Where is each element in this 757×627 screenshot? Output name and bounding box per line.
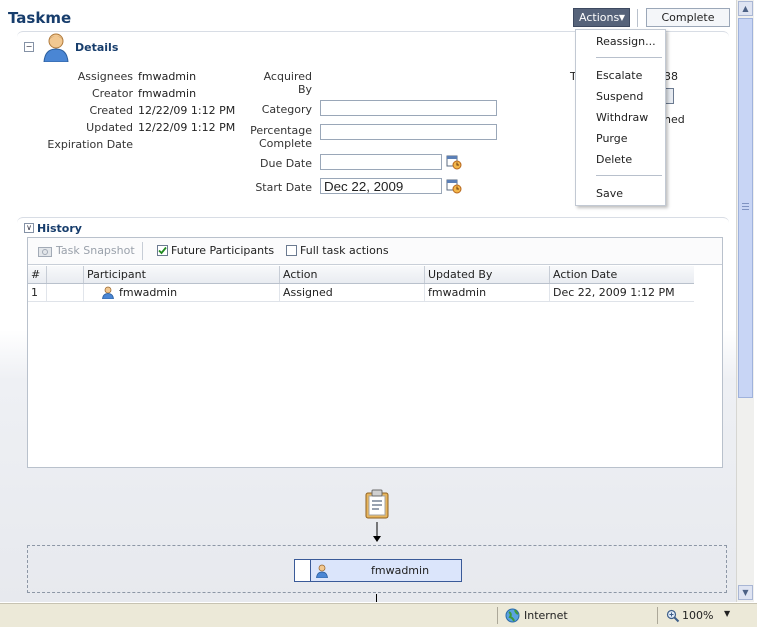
menu-item-delete[interactable]: Delete	[596, 153, 632, 166]
status-divider	[497, 607, 498, 624]
percentage-complete-label-line2: Complete	[258, 137, 312, 150]
table-row[interactable]: 1 fmwadmin Assigned fmwadmin Dec 22, 200…	[28, 284, 694, 302]
creator-value: fmwadmin	[138, 87, 197, 100]
menu-item-reassign[interactable]: Reassign...	[596, 35, 656, 48]
calendar-icon[interactable]	[446, 154, 462, 170]
menu-item-escalate[interactable]: Escalate	[596, 69, 642, 82]
assignees-label: Assignees	[77, 70, 133, 83]
full-task-actions-checkbox[interactable]	[286, 245, 297, 256]
toolbar-divider	[142, 242, 143, 260]
column-header-updated-by[interactable]: Updated By	[424, 266, 549, 283]
calendar-icon[interactable]	[446, 178, 462, 194]
future-participants-checkbox[interactable]	[157, 245, 168, 256]
complete-button[interactable]: Complete	[646, 8, 730, 27]
zoom-icon[interactable]	[666, 609, 680, 623]
flow-participant-node[interactable]: fmwadmin	[294, 559, 462, 582]
user-icon	[43, 33, 69, 62]
flow-arrow	[373, 522, 381, 542]
acquired-by-label-line2: By	[297, 83, 312, 96]
toolbar-divider	[637, 9, 638, 27]
history-toolbar: Task Snapshot Future Participants Full t…	[28, 238, 722, 265]
category-input[interactable]	[320, 100, 497, 116]
flow-connector	[376, 594, 377, 602]
start-date-label: Start Date	[255, 181, 312, 194]
column-header-participant[interactable]: Participant	[83, 266, 279, 283]
security-zone-label: Internet	[524, 609, 568, 622]
node-left-cell	[295, 560, 311, 581]
partial-number: 38	[664, 70, 678, 83]
flow-node-label: fmwadmin	[371, 564, 430, 577]
column-header-action-date[interactable]: Action Date	[549, 266, 694, 283]
created-value: 12/22/09 1:12 PM	[138, 104, 236, 117]
column-header-action[interactable]: Action	[279, 266, 424, 283]
history-panel: Task Snapshot Future Participants Full t…	[27, 237, 723, 468]
status-divider	[657, 607, 658, 624]
future-participants-label: Future Participants	[171, 244, 275, 257]
browser-status-bar: Internet 100% ▼	[0, 603, 757, 627]
menu-item-purge[interactable]: Purge	[596, 132, 628, 145]
scroll-up-button[interactable]: ▲	[738, 1, 753, 16]
clipboard-icon	[365, 489, 389, 519]
row-participant: fmwadmin	[83, 284, 279, 301]
participant-name: fmwadmin	[119, 286, 178, 299]
updated-label: Updated	[86, 121, 133, 134]
user-icon	[102, 286, 114, 299]
row-blank	[46, 284, 83, 301]
history-collapse-toggle[interactable]: ∨	[24, 223, 34, 233]
details-title: Details	[75, 41, 119, 54]
row-updated-by: fmwadmin	[424, 284, 549, 301]
history-title: History	[37, 222, 82, 235]
camera-icon	[38, 247, 52, 257]
updated-value: 12/22/09 1:12 PM	[138, 121, 236, 134]
percentage-complete-label-line1: Percentage	[250, 124, 312, 137]
scroll-down-button[interactable]: ▼	[738, 585, 753, 600]
expiration-date-label: Expiration Date	[47, 138, 133, 151]
menu-separator	[596, 175, 662, 176]
row-action: Assigned	[279, 284, 424, 301]
vertical-scrollbar[interactable]: ▲ ▼	[736, 0, 754, 602]
percentage-complete-input[interactable]	[320, 124, 497, 140]
category-label: Category	[261, 103, 312, 116]
row-number: 1	[31, 286, 38, 299]
column-header-num[interactable]: #	[28, 266, 46, 283]
zoom-level[interactable]: 100%	[682, 609, 713, 622]
due-date-label: Due Date	[260, 157, 312, 170]
checkmark-icon	[158, 246, 167, 255]
history-grid-header: # Participant Action Updated By Action D…	[28, 266, 694, 284]
acquired-by-label-line1: Acquired	[263, 70, 312, 83]
start-date-input[interactable]	[320, 178, 442, 194]
column-header-blank	[46, 266, 83, 283]
task-snapshot-button[interactable]: Task Snapshot	[56, 244, 135, 257]
user-icon	[316, 564, 328, 578]
creator-label: Creator	[91, 87, 133, 100]
assignees-value: fmwadmin	[138, 70, 197, 83]
menu-item-withdraw[interactable]: Withdraw	[596, 111, 648, 124]
actions-button[interactable]: Actions ▼	[573, 8, 630, 27]
chevron-down-icon: ▼	[618, 13, 625, 22]
menu-separator	[596, 57, 662, 58]
details-collapse-toggle[interactable]: −	[24, 42, 34, 52]
history-header-bar	[17, 217, 729, 234]
scroll-thumb[interactable]	[738, 18, 753, 398]
actions-menu: Reassign... Escalate Suspend Withdraw Pu…	[575, 29, 666, 206]
full-task-actions-label: Full task actions	[300, 244, 389, 257]
created-label: Created	[89, 104, 133, 117]
menu-item-save[interactable]: Save	[596, 187, 623, 200]
globe-icon	[505, 608, 520, 623]
menu-item-suspend[interactable]: Suspend	[596, 90, 643, 103]
actions-button-label: Actions	[579, 11, 620, 24]
chevron-down-icon[interactable]: ▼	[724, 609, 730, 618]
task-detail-page: Taskme Actions ▼ Complete − Details Assi…	[0, 0, 736, 602]
page-title: Taskme	[8, 9, 72, 27]
partial-status: ned	[664, 113, 685, 126]
due-date-input[interactable]	[320, 154, 442, 170]
row-action-date: Dec 22, 2009 1:12 PM	[549, 284, 694, 301]
